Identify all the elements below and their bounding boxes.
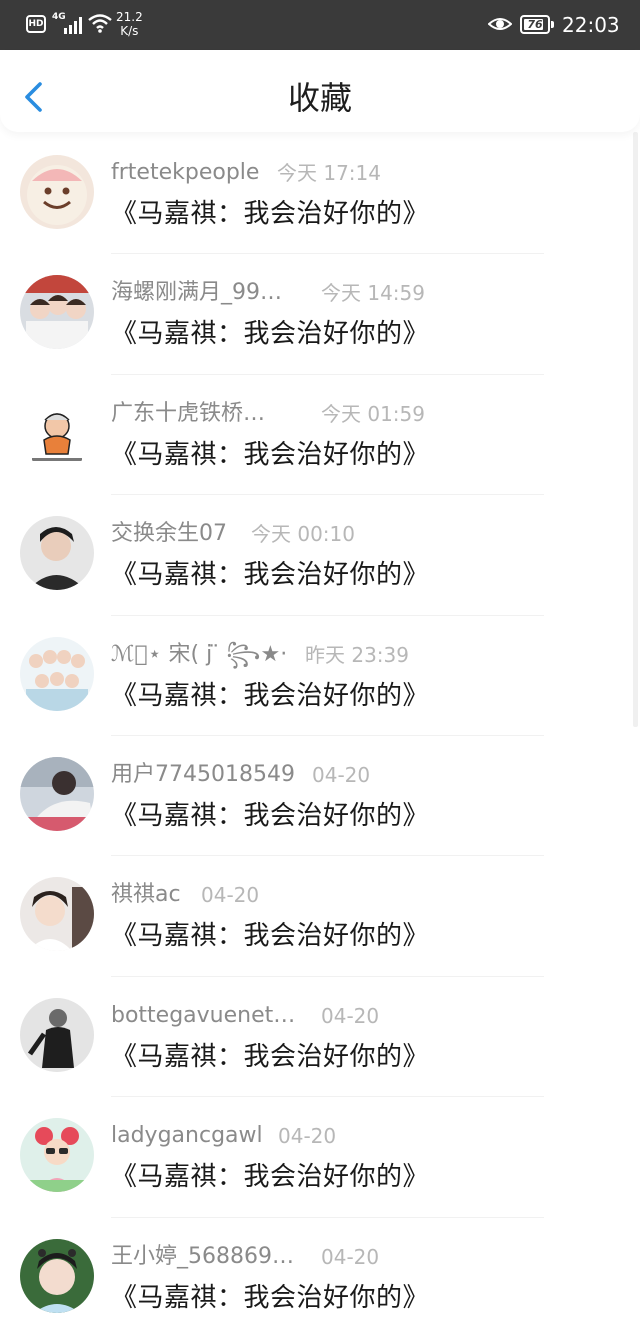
avatar[interactable] [20,395,94,470]
favorites-list: frtetekpeople 今天 17:14 《马嘉祺：我会治好你的》 海螺刚满… [0,134,640,1330]
battery-level: 76 [527,18,543,31]
username[interactable]: bottegavuenet… [111,1001,295,1031]
page-title: 收藏 [287,79,352,117]
timestamp: 今天 14:59 [321,281,425,306]
list-item[interactable]: frtetekpeople 今天 17:14 《马嘉祺：我会治好你的》 [0,134,640,255]
item-meta: 广东十虎铁桥… 今天 01:59 [111,399,425,429]
username[interactable]: 广东十虎铁桥… [111,399,265,429]
username[interactable]: ℳ᭄⋆ 宋( j ̈ ꧂★· [111,640,287,670]
post-content[interactable]: 《马嘉祺：我会治好你的》 [111,1039,429,1075]
timestamp: 今天 00:10 [251,522,355,547]
eye-comfort-icon [488,18,512,30]
list-item[interactable]: 用户7745018549 04-20 《马嘉祺：我会治好你的》 [0,736,640,857]
timestamp: 昨天 23:39 [305,642,409,667]
timestamp: 04-20 [278,1124,337,1149]
username[interactable]: 用户7745018549 [111,760,295,790]
avatar[interactable] [20,636,94,711]
item-meta: 王小婷_568869… 04-20 [111,1242,379,1272]
avatar[interactable] [20,997,94,1072]
post-content[interactable]: 《马嘉祺：我会治好你的》 [111,316,429,352]
avatar[interactable] [20,756,94,831]
list-item[interactable]: 祺祺ac 04-20 《马嘉祺：我会治好你的》 [0,856,640,977]
battery-nub [551,21,554,28]
network-speed-unit: K/s [120,24,139,38]
post-content[interactable]: 《马嘉祺：我会治好你的》 [111,437,429,473]
list-item[interactable]: 海螺刚满月_99… 今天 14:59 《马嘉祺：我会治好你的》 [0,254,640,375]
avatar[interactable] [20,1118,94,1193]
username[interactable]: ladygancgawl [111,1121,263,1151]
item-meta: 交换余生07 今天 00:10 [111,519,355,549]
post-content[interactable]: 《马嘉祺：我会治好你的》 [111,798,429,834]
post-content[interactable]: 《马嘉祺：我会治好你的》 [111,196,429,232]
list-item[interactable]: bottegavuenet… 04-20 《马嘉祺：我会治好你的》 [0,977,640,1098]
avatar[interactable] [20,155,94,229]
timestamp: 04-20 [321,1003,380,1028]
network-speed-value: 21.2 [116,10,143,24]
post-content[interactable]: 《马嘉祺：我会治好你的》 [111,1159,429,1195]
battery-icon: 76 [520,15,550,34]
username[interactable]: 交换余生07 [111,519,227,549]
timestamp: 今天 17:14 [277,161,381,185]
list-item[interactable]: ℳ᭄⋆ 宋( j ̈ ꧂★· 昨天 23:39 《马嘉祺：我会治好你的》 [0,616,640,736]
post-content[interactable]: 《马嘉祺：我会治好你的》 [111,918,429,954]
timestamp: 04-20 [312,762,371,787]
timestamp: 04-20 [201,883,260,908]
post-content[interactable]: 《马嘉祺：我会治好你的》 [111,678,429,714]
item-meta: 祺祺ac 04-20 [111,880,259,910]
post-content[interactable]: 《马嘉祺：我会治好你的》 [111,557,429,593]
item-meta: 海螺刚满月_99… 今天 14:59 [111,278,425,308]
item-meta: ℳ᭄⋆ 宋( j ̈ ꧂★· 昨天 23:39 [111,640,409,670]
item-meta: 用户7745018549 04-20 [111,760,370,790]
timestamp: 今天 01:59 [321,401,425,426]
post-content[interactable]: 《马嘉祺：我会治好你的》 [111,1280,429,1316]
username[interactable]: 王小婷_568869… [111,1242,294,1272]
timestamp: 04-20 [321,1244,380,1269]
status-bar: HD 4G 21.2 K/s 76 22:03 [0,0,640,50]
nav-header: 收藏 [0,50,640,132]
item-meta: ladygancgawl 04-20 [111,1121,336,1151]
avatar[interactable] [20,1238,94,1313]
list-item[interactable]: 广东十虎铁桥… 今天 01:59 《马嘉祺：我会治好你的》 [0,375,640,496]
username[interactable]: 祺祺ac [111,880,181,910]
list-item[interactable]: ladygancgawl 04-20 《马嘉祺：我会治好你的》 [0,1097,640,1218]
username[interactable]: frtetekpeople [111,158,259,188]
item-meta: frtetekpeople 今天 17:14 [111,158,381,188]
list-item[interactable]: 王小婷_568869… 04-20 《马嘉祺：我会治好你的》 [0,1218,640,1330]
avatar[interactable] [20,516,94,591]
signal-icon [62,16,84,34]
network-speed: 21.2 K/s [116,10,143,38]
username[interactable]: 海螺刚满月_99… [111,278,282,308]
avatar[interactable] [20,275,94,350]
list-item[interactable]: 交换余生07 今天 00:10 《马嘉祺：我会治好你的》 [0,495,640,616]
hd-icon: HD [26,15,46,33]
clock: 22:03 [562,13,620,37]
item-meta: bottegavuenet… 04-20 [111,1001,379,1031]
wifi-icon [88,14,112,33]
avatar[interactable] [20,877,94,952]
scrollbar[interactable] [633,132,638,727]
